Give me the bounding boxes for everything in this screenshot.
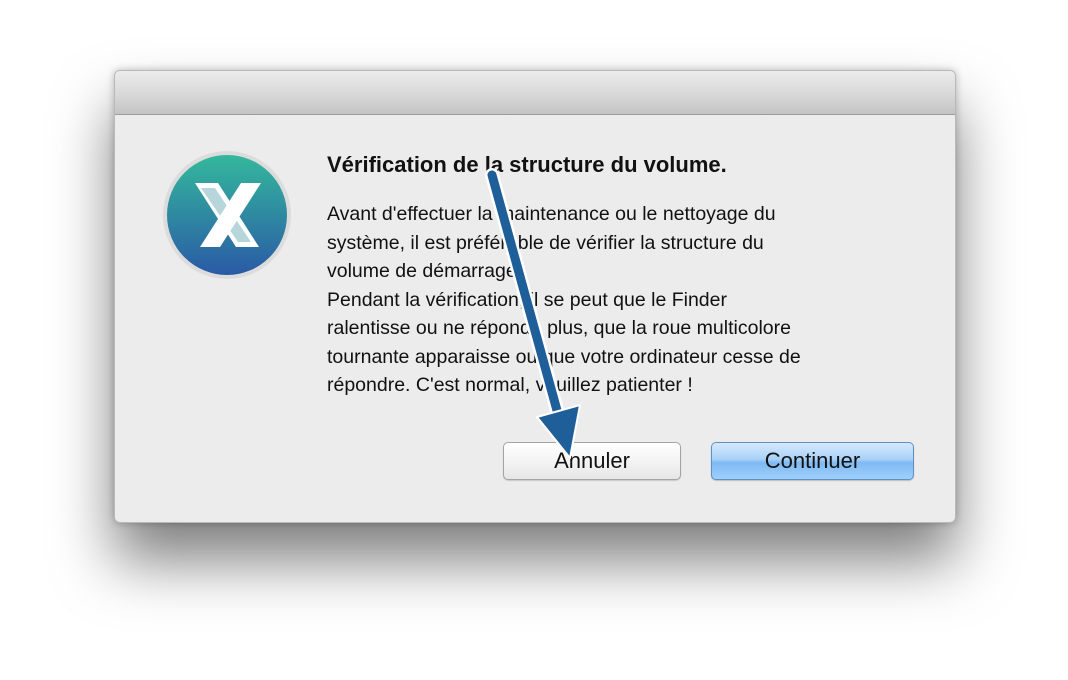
cancel-button[interactable]: Annuler	[503, 442, 681, 480]
message-line: ralentisse ou ne réponde plus, que la ro…	[327, 317, 791, 339]
dialog-title-bar[interactable]	[115, 71, 955, 115]
alert-dialog: Vérification de la structure du volume. …	[114, 70, 956, 523]
message-line: volume de démarrage.	[327, 260, 523, 282]
continue-button[interactable]: Continuer	[711, 442, 914, 480]
message-line: Avant d'effectuer la maintenance ou le n…	[327, 203, 776, 225]
dialog-message: Avant d'effectuer la maintenance ou le n…	[327, 200, 927, 400]
dialog-title: Vérification de la structure du volume.	[327, 152, 727, 177]
message-line: système, il est préférable de vérifier l…	[327, 231, 764, 254]
message-line: Pendant la vérification, il se peut que …	[327, 288, 727, 311]
message-line: répondre. C'est normal, veuillez patient…	[327, 374, 693, 396]
screenshot-stage: Vérification de la structure du volume. …	[0, 0, 1068, 680]
message-line: tournante apparaisse ou que votre ordina…	[327, 345, 801, 368]
onyx-x-logo-icon	[163, 151, 291, 279]
